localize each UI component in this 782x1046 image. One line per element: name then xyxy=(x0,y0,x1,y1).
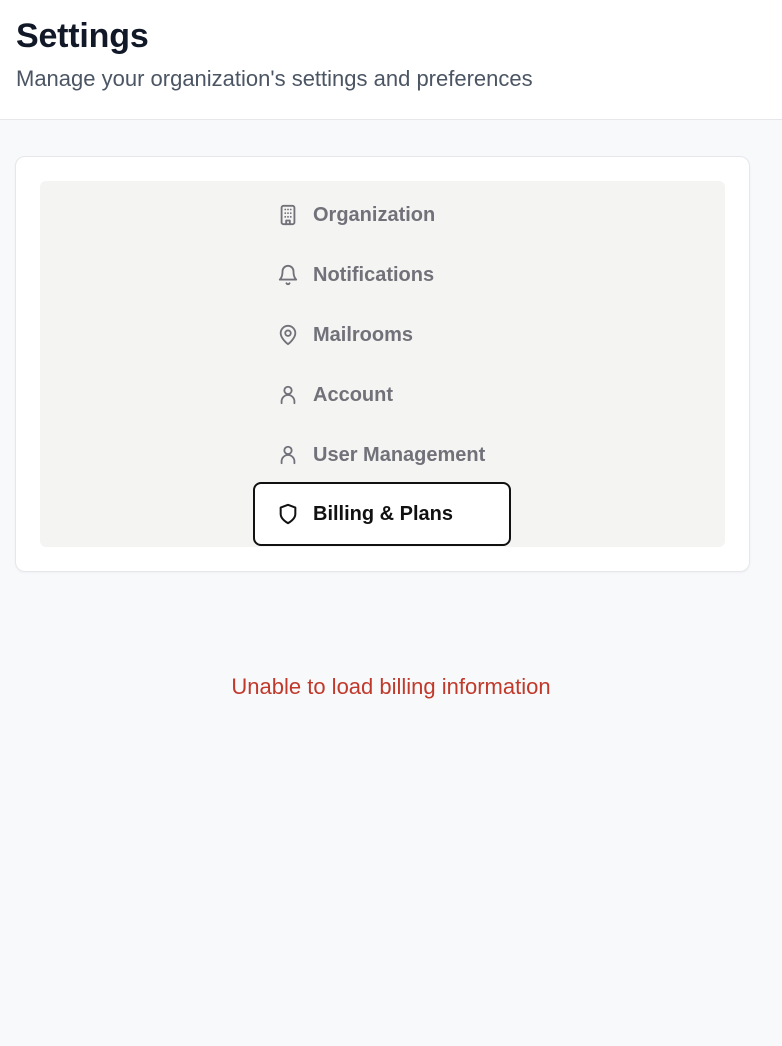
nav-item-account[interactable]: Account xyxy=(253,363,511,427)
nav-item-label: Account xyxy=(313,383,393,406)
nav-item-billing-plans[interactable]: Billing & Plans xyxy=(253,482,511,546)
page-title: Settings xyxy=(16,17,149,55)
shield-icon xyxy=(277,503,299,525)
settings-nav: Organization Notifications Mailrooms Acc… xyxy=(40,181,725,547)
nav-item-label: User Management xyxy=(313,443,486,466)
nav-item-label: Organization xyxy=(313,203,436,226)
bell-icon xyxy=(277,264,299,286)
nav-item-label: Notifications xyxy=(313,263,435,286)
nav-item-user-management[interactable]: User Management xyxy=(253,423,511,487)
page-subtitle: Manage your organization's settings and … xyxy=(16,66,533,91)
nav-item-label: Billing & Plans xyxy=(313,502,454,525)
map-pin-icon xyxy=(277,324,299,346)
user-icon xyxy=(277,444,299,466)
building-icon xyxy=(277,204,299,226)
nav-item-mailrooms[interactable]: Mailrooms xyxy=(253,303,511,367)
nav-item-label: Mailrooms xyxy=(313,323,414,346)
billing-error-message: Unable to load billing information xyxy=(231,674,551,699)
page-header: Settings Manage your organization's sett… xyxy=(0,0,782,120)
user-icon xyxy=(277,384,299,406)
nav-item-notifications[interactable]: Notifications xyxy=(253,243,511,307)
nav-item-organization[interactable]: Organization xyxy=(253,183,511,247)
settings-card: Organization Notifications Mailrooms Acc… xyxy=(15,156,750,572)
